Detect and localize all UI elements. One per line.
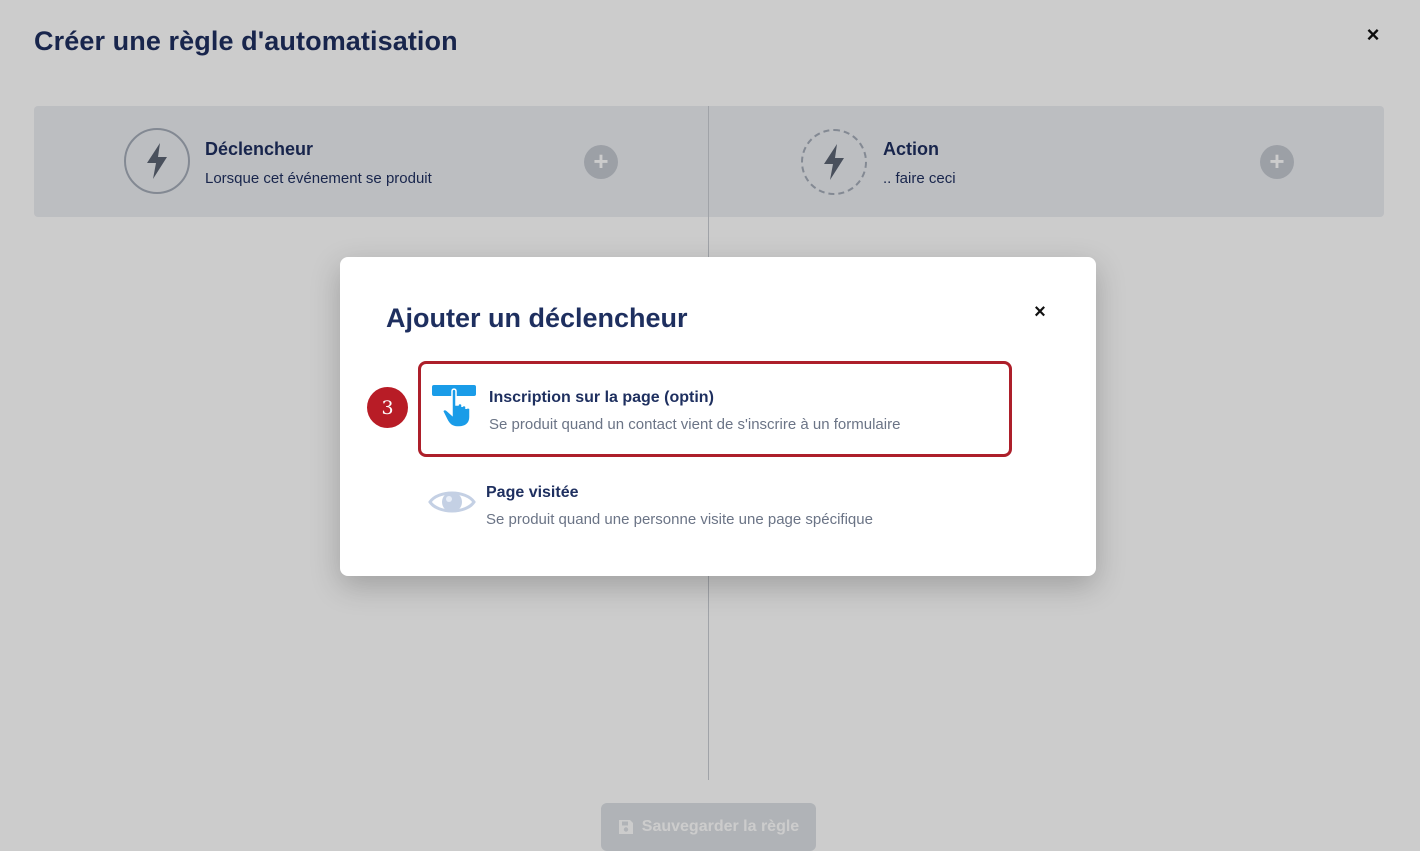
eye-icon xyxy=(428,478,476,526)
hand-tap-form-icon xyxy=(431,383,479,431)
option-title: Page visitée xyxy=(486,484,579,501)
modal-title: Ajouter un déclencheur xyxy=(386,303,688,333)
trigger-option-optin[interactable]: Inscription sur la page (optin) Se produ… xyxy=(418,361,1012,457)
option-description: Se produit quand un contact vient de s'i… xyxy=(489,416,901,433)
option-description: Se produit quand une personne visite une… xyxy=(486,511,873,528)
trigger-option-page-visited[interactable]: Page visitée Se produit quand une person… xyxy=(418,457,1012,553)
modal-close-button[interactable]: × xyxy=(1029,301,1051,323)
add-trigger-modal: Ajouter un déclencheur × Inscription sur… xyxy=(340,257,1096,576)
option-title: Inscription sur la page (optin) xyxy=(489,389,714,406)
step-number-badge: 3 xyxy=(367,387,408,428)
